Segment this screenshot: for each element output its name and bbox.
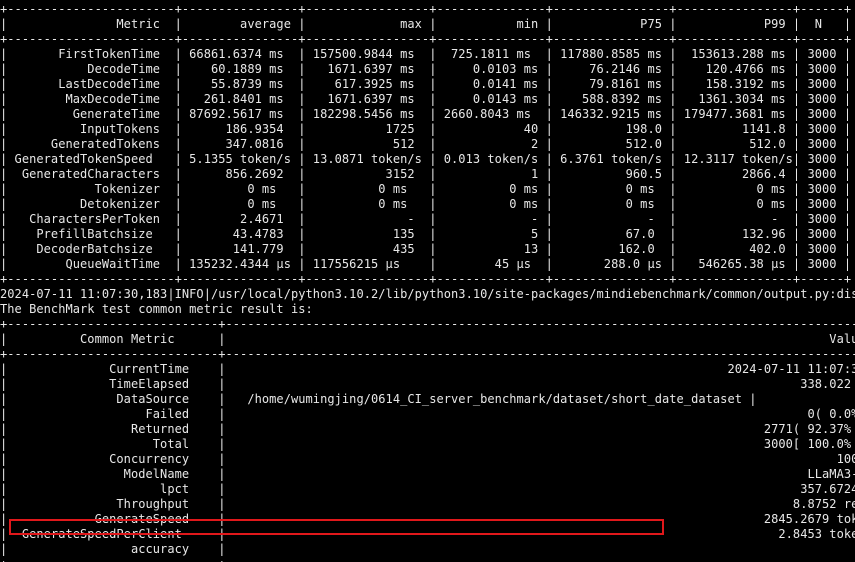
terminal-line: | Metric | average | max | min | P75 | P… [0,17,852,31]
terminal-line: | DecodeTime | 60.1889 ms | 1671.6397 ms… [0,62,852,76]
terminal-line: | ModelName | LLaMA3-8B | [0,467,855,481]
terminal-line: | TimeElapsed | 338.022 s | [0,377,855,391]
terminal-line: | Returned | 2771( 92.37% ) | [0,422,855,436]
terminal-line: | Common Metric | Value | [0,332,855,346]
terminal-line: | DataSource | /home/wumingjing/0614_CI_… [0,392,757,406]
terminal-line: | CurrentTime | 2024-07-11 11:07:30 | [0,362,855,376]
terminal-line: | Total | 3000[ 100.0% ] | [0,437,855,451]
terminal-line: | Concurrency | 1000 | [0,452,855,466]
terminal-line: +-----------------------+---------------… [0,32,852,46]
terminal-line: | GeneratedCharacters | 856.2692 | 3152 … [0,167,852,181]
terminal-line: | GeneratedTokenSpeed | 5.1355 token/s |… [0,152,852,166]
terminal-window[interactable]: +-----------------------+---------------… [0,0,855,562]
terminal-line: +-----------------------------+---------… [0,347,855,361]
terminal-line: +-----------------------+---------------… [0,2,852,16]
terminal-line: | InputTokens | 186.9354 | 1725 | 40 | 1… [0,122,852,136]
terminal-line: | GeneratedTokens | 347.0816 | 512 | 2 |… [0,137,852,151]
terminal-line: | QueueWaitTime | 135232.4344 μs | 11755… [0,257,852,271]
terminal-line: | LastDecodeTime | 55.8739 ms | 617.3925… [0,77,852,91]
terminal-line: 2024-07-11 11:07:30,183|INFO|/usr/local/… [0,287,855,301]
terminal-line: | GenerateSpeedPerClient | 2.8453 token/… [0,527,855,541]
terminal-line: | accuracy | - | [0,542,855,556]
terminal-line: | PrefillBatchsize | 43.4783 | 135 | 5 |… [0,227,852,241]
terminal-line: | lpct | 357.6724 ms | [0,482,855,496]
terminal-line: +-----------------------+---------------… [0,272,852,286]
terminal-line: | GenerateSpeed | 2845.2679 token/s | [0,512,855,526]
terminal-line: | FirstTokenTime | 66861.6374 ms | 15750… [0,47,852,61]
terminal-line: | Detokenizer | 0 ms | 0 ms | 0 ms | 0 m… [0,197,852,211]
terminal-line: | Throughput | 8.8752 req/s | [0,497,855,511]
terminal-line: | DecoderBatchsize | 141.779 | 435 | 13 … [0,242,852,256]
terminal-line: | MaxDecodeTime | 261.8401 ms | 1671.639… [0,92,852,106]
terminal-line: The BenchMark test common metric result … [0,302,313,316]
terminal-line: +-----------------------------+---------… [0,557,855,562]
terminal-line: | CharactersPerToken | 2.4671 | - | - | … [0,212,852,226]
terminal-line: | Tokenizer | 0 ms | 0 ms | 0 ms | 0 ms … [0,182,852,196]
terminal-line: | Failed | 0( 0.0% ) | [0,407,855,421]
terminal-line: | GenerateTime | 87692.5617 ms | 182298.… [0,107,852,121]
terminal-line: +-----------------------------+---------… [0,317,855,331]
